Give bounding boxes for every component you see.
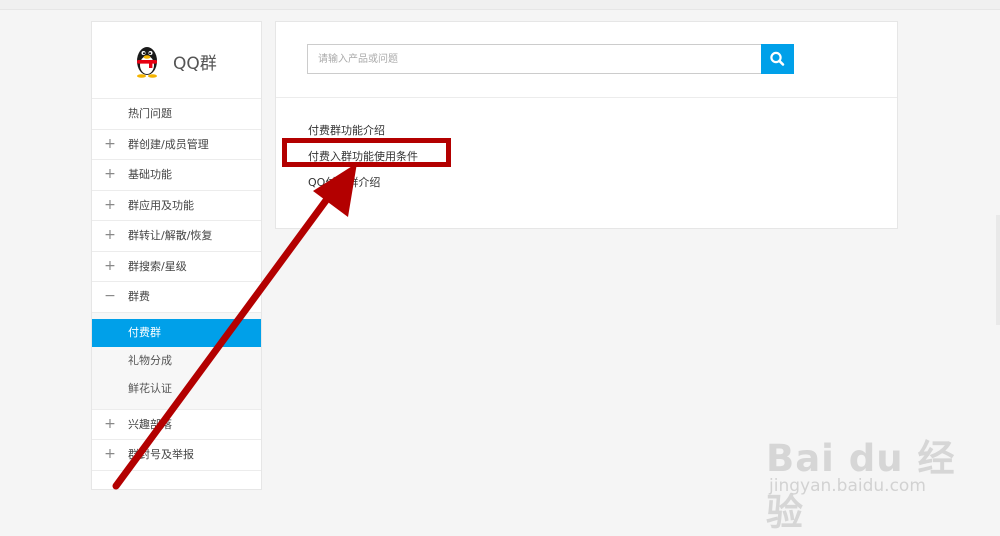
sidebar-item-label: 基础功能 <box>128 168 172 181</box>
sidebar-submenu: 付费群 礼物分成 鲜花认证 <box>92 312 261 410</box>
sidebar-item-label: 群应用及功能 <box>128 198 194 212</box>
scrollbar[interactable] <box>996 215 1000 325</box>
sidebar-item-hot[interactable]: 热门问题 <box>92 99 261 130</box>
sidebar-item-apps[interactable]: + 群应用及功能 <box>92 191 261 221</box>
sidebar-item-label: 群转让/解散/恢复 <box>128 229 213 242</box>
search-icon <box>770 51 785 66</box>
sidebar-item-label: 群创建/成员管理 <box>128 137 209 151</box>
watermark-sub: jingyan.baidu.com <box>769 476 926 496</box>
article-link[interactable]: QQ付费群介绍 <box>308 170 418 196</box>
sidebar-item-search-rating[interactable]: + 群搜索/星级 <box>92 252 261 282</box>
minus-icon: − <box>104 288 116 304</box>
sidebar-item-label: 群费 <box>128 290 150 303</box>
plus-icon: + <box>104 227 116 243</box>
qq-penguin-icon <box>137 47 157 78</box>
sidebar-item-ban-report[interactable]: + 群封号及举报 <box>92 440 261 471</box>
top-bar <box>0 0 1000 10</box>
plus-icon: + <box>104 446 116 462</box>
sidebar-subitem-flower-cert[interactable]: 鲜花认证 <box>92 375 261 403</box>
plus-icon: + <box>104 135 116 152</box>
article-link[interactable]: 付费入群功能使用条件 <box>308 144 418 170</box>
content-panel: 付费群功能介绍 付费入群功能使用条件 QQ付费群介绍 <box>275 21 898 229</box>
sidebar-header: QQ群 <box>92 22 261 99</box>
sidebar-item-create-members[interactable]: + 群创建/成员管理 <box>92 130 261 160</box>
search-bar <box>276 22 897 98</box>
plus-icon: + <box>104 257 116 274</box>
plus-icon: + <box>104 415 116 432</box>
baidu-watermark: Bai du 经验 jingyan.baidu.com <box>766 408 966 534</box>
sidebar-subitem-paid-group[interactable]: 付费群 <box>92 318 261 347</box>
sidebar-item-interest-tribe[interactable]: + 兴趣部落 <box>92 410 261 440</box>
sidebar-item-label: 群搜索/星级 <box>128 259 187 273</box>
sidebar-item-basic[interactable]: + 基础功能 <box>92 160 261 191</box>
plus-icon: + <box>104 196 116 213</box>
sidebar-item-label: 群封号及举报 <box>128 448 194 461</box>
plus-icon: + <box>104 166 116 182</box>
article-link[interactable]: 付费群功能介绍 <box>308 118 418 144</box>
sidebar-item-label: 热门问题 <box>128 107 172 120</box>
sidebar-item-transfer[interactable]: + 群转让/解散/恢复 <box>92 221 261 252</box>
watermark-main: Bai du 经验 <box>766 437 956 534</box>
sidebar-subitem-gift-share[interactable]: 礼物分成 <box>92 347 261 375</box>
sidebar-item-group-fee[interactable]: − 群费 <box>92 282 261 313</box>
sidebar: QQ群 热门问题 + 群创建/成员管理 + 基础功能 + 群应用及功能 + 群转… <box>91 21 262 490</box>
sidebar-item-label: 兴趣部落 <box>128 417 172 431</box>
search-button[interactable] <box>761 44 794 74</box>
article-list: 付费群功能介绍 付费入群功能使用条件 QQ付费群介绍 <box>308 118 418 196</box>
brand-title: QQ群 <box>173 54 217 74</box>
search-input[interactable] <box>307 44 761 74</box>
